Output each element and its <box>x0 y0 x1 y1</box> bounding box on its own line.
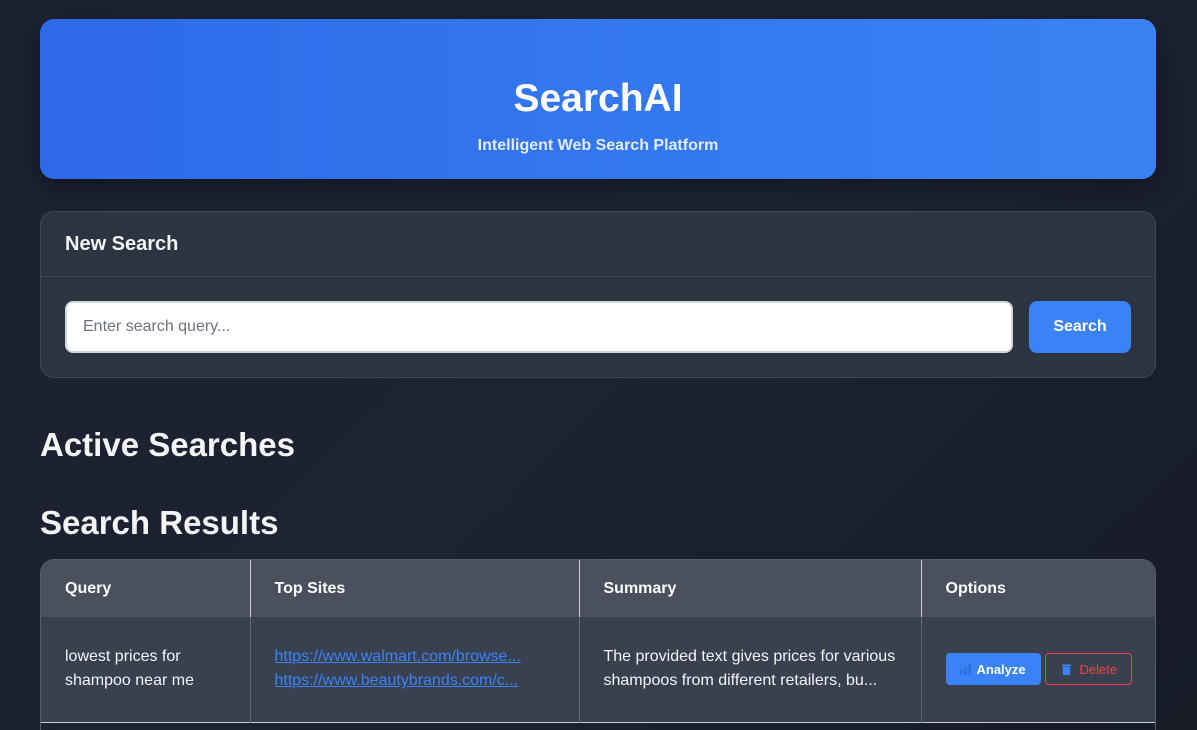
search-button[interactable]: Search <box>1029 301 1131 353</box>
query-cell: lowest prices for shampoo near me <box>41 617 251 722</box>
delete-button[interactable]: Delete <box>1044 653 1132 686</box>
results-table: Query Top Sites Summary Options lowest p… <box>40 559 1156 730</box>
app-title: SearchAI <box>513 77 683 120</box>
new-search-card: New Search Search <box>40 211 1156 378</box>
new-search-header: New Search <box>41 212 1155 277</box>
summary-cell: The provided text gives prices for vario… <box>579 617 922 722</box>
analyze-button[interactable]: Analyze <box>945 653 1041 686</box>
active-searches-heading: Active Searches <box>40 426 295 463</box>
analyze-label: Analyze <box>976 661 1026 677</box>
search-input[interactable] <box>65 301 1013 353</box>
new-search-title: New Search <box>65 232 179 255</box>
delete-label: Delete <box>1079 661 1118 677</box>
chart-icon <box>959 663 971 675</box>
column-header-summary: Summary <box>579 560 922 617</box>
column-header-top-sites: Top Sites <box>250 560 580 617</box>
app-root: SearchAI Intelligent Web Search Platform… <box>0 0 1197 730</box>
app-subtitle: Intelligent Web Search Platform <box>477 137 719 154</box>
site-link[interactable]: https://www.walmart.com/browse... <box>275 645 559 669</box>
trash-icon <box>1061 664 1071 675</box>
hero-banner: SearchAI Intelligent Web Search Platform <box>40 19 1156 179</box>
site-link[interactable]: https://www.beautybrands.com/c... <box>275 669 559 693</box>
row-actions: Analyze Delete <box>945 653 1137 686</box>
column-header-options: Options <box>921 560 1155 617</box>
top-sites-cell: https://www.walmart.com/browse... https:… <box>250 617 580 722</box>
column-header-query: Query <box>41 560 251 617</box>
options-cell: Analyze Delete <box>921 617 1155 722</box>
table-header-row: Query Top Sites Summary Options <box>41 560 1155 617</box>
search-results-heading: Search Results <box>40 504 279 541</box>
table-row: lowest prices for shampoo near me https:… <box>41 617 1155 722</box>
